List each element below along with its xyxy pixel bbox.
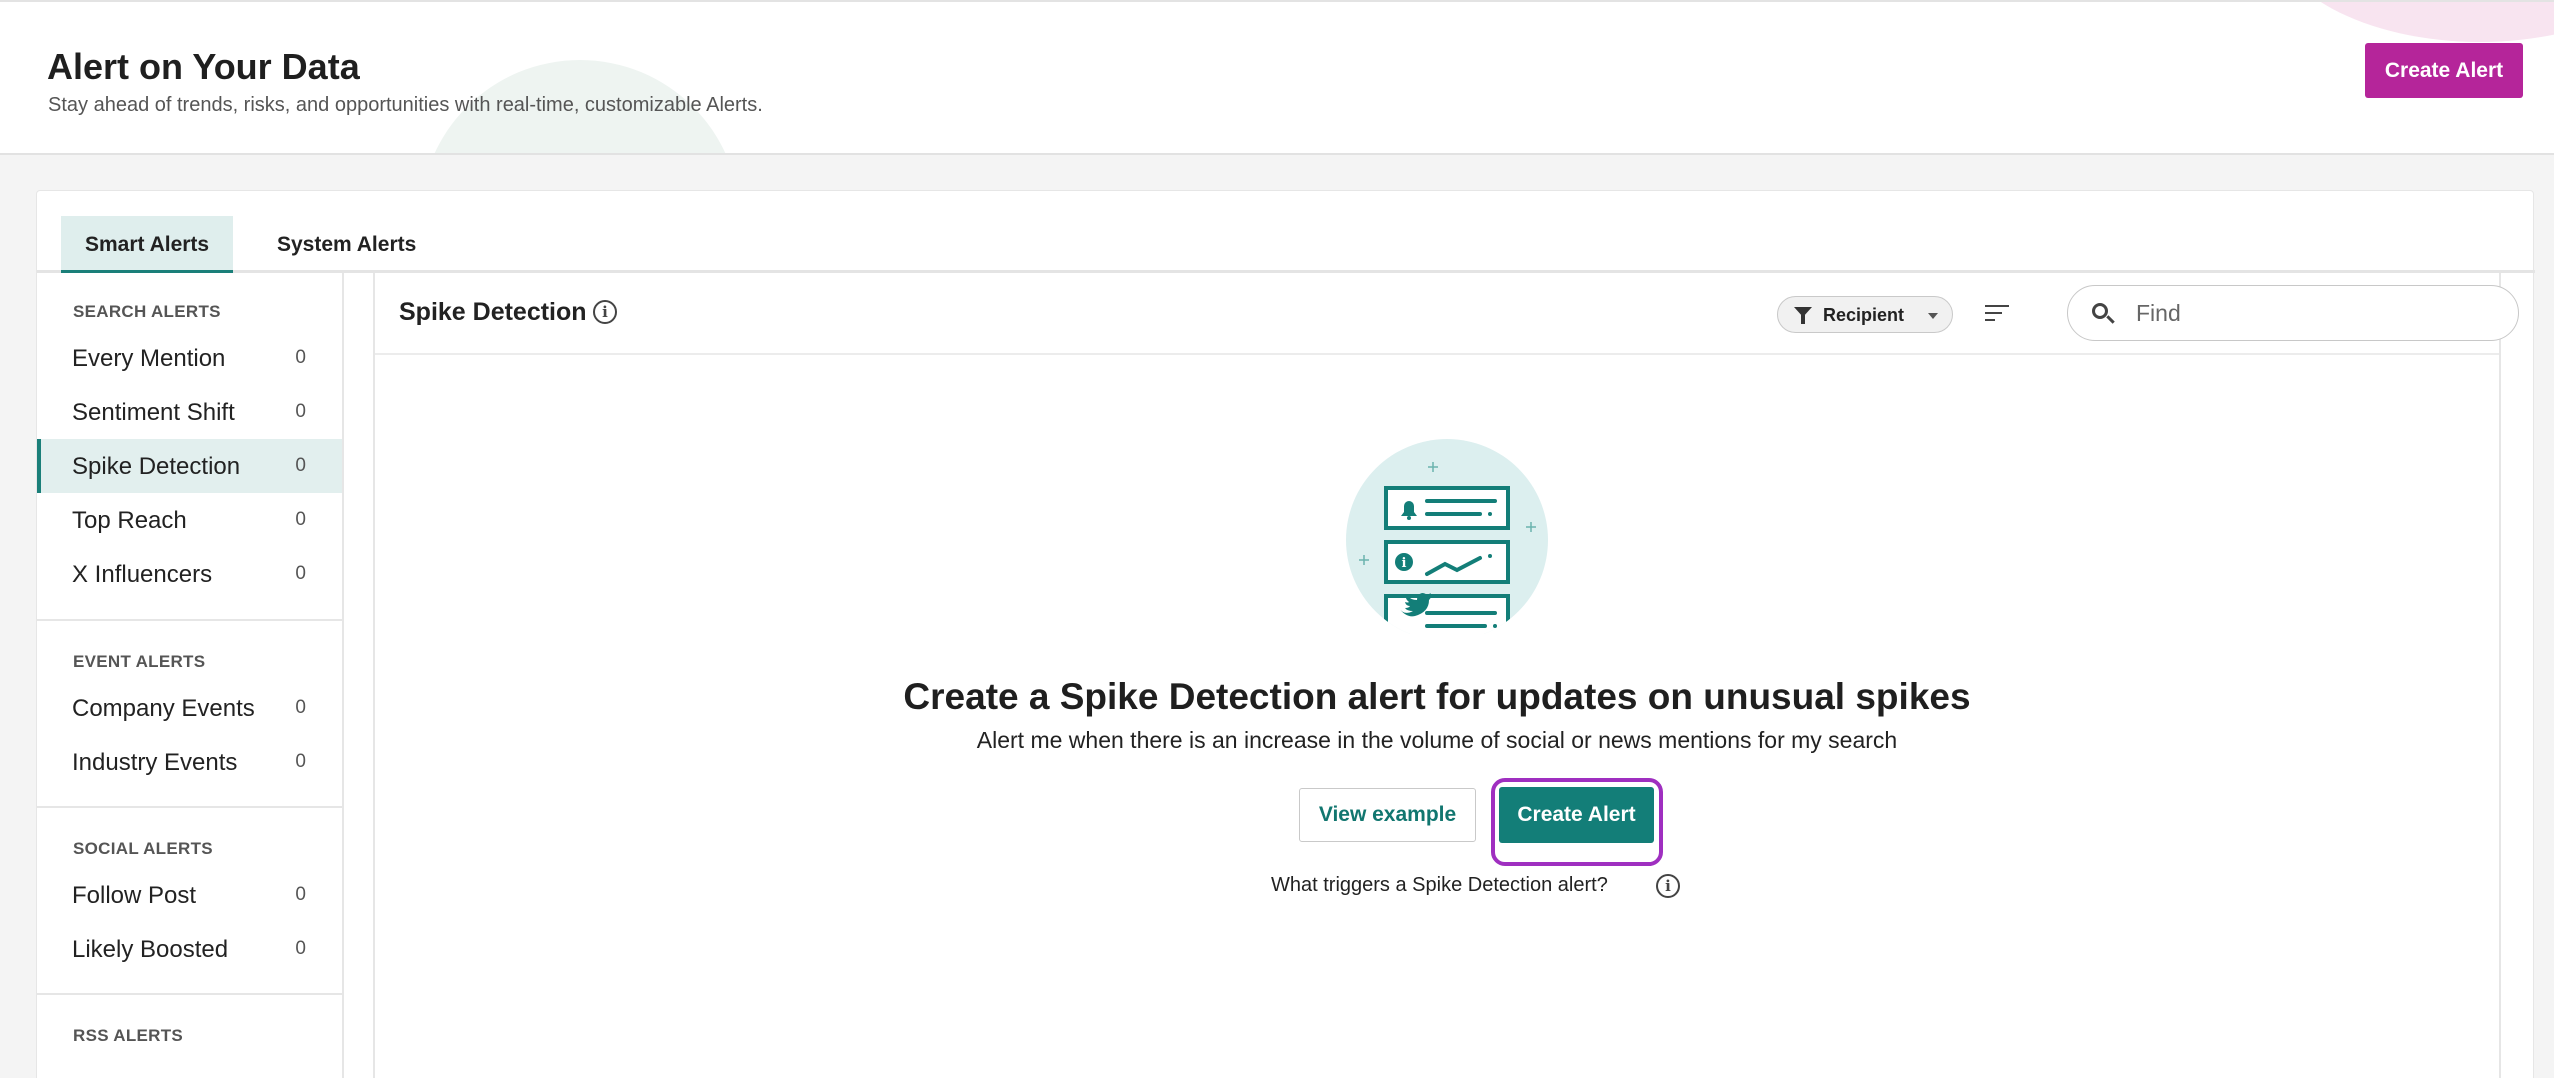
- sidebar-item-label: Company Events: [72, 695, 255, 722]
- sidebar-section-search-alerts: SEARCH ALERTS: [73, 302, 221, 321]
- sidebar-item-label: X Influencers: [72, 561, 213, 588]
- sidebar-item-follow-post[interactable]: Follow Post 0: [37, 868, 342, 922]
- find-search-box: [2067, 285, 2519, 341]
- recipient-filter-label: Recipient: [1823, 305, 1905, 325]
- page-title: Alert on Your Data: [47, 46, 360, 87]
- view-example-button[interactable]: View example: [1299, 788, 1476, 842]
- tab-system-alerts[interactable]: System Alerts: [253, 216, 440, 273]
- caret-down-icon: [1928, 313, 1938, 319]
- sidebar-item-label: Spike Detection: [72, 453, 241, 480]
- sidebar-divider: [37, 806, 342, 808]
- alert-tabs: Smart Alerts System Alerts: [37, 191, 2535, 273]
- find-input[interactable]: [2136, 298, 2496, 328]
- main-panel-header: Spike Detection i Recipient: [375, 273, 2519, 355]
- sidebar-item-count: 0: [295, 884, 306, 905]
- page-subtitle: Stay ahead of trends, risks, and opportu…: [48, 94, 763, 116]
- alert-type-sidebar: SEARCH ALERTS Every Mention 0 Sentiment …: [37, 273, 344, 1078]
- sidebar-divider: [37, 619, 342, 621]
- sidebar-item-count: 0: [295, 938, 306, 959]
- sidebar-item-label: Sentiment Shift: [72, 399, 235, 426]
- sidebar-section-event-alerts: EVENT ALERTS: [73, 652, 206, 671]
- sidebar-item-count: 0: [295, 347, 306, 368]
- sidebar-item-label: Likely Boosted: [72, 936, 229, 963]
- main-panel-title: Spike Detection: [399, 298, 587, 326]
- triggers-info-icon[interactable]: i: [1656, 874, 1680, 898]
- sidebar-item-x-influencers[interactable]: X Influencers 0: [37, 547, 342, 601]
- main-panel: Spike Detection i Recipient Find i Creat…: [373, 273, 2519, 1078]
- sidebar-item-spike-detection[interactable]: Spike Detection 0: [37, 439, 342, 493]
- info-icon[interactable]: i: [593, 300, 617, 324]
- sidebar-section-social-alerts: SOCIAL ALERTS: [73, 839, 213, 858]
- search-icon-handle: [2106, 315, 2115, 324]
- sidebar-item-sentiment-shift[interactable]: Sentiment Shift 0: [37, 385, 342, 439]
- filter-icon-stem: [1801, 315, 1805, 324]
- create-alert-button[interactable]: Create Alert: [1499, 787, 1654, 843]
- header-decoration-pink: [2270, 2, 2554, 42]
- sidebar-item-every-mention[interactable]: Every Mention 0: [37, 331, 342, 385]
- sidebar-item-label: Top Reach: [72, 507, 187, 534]
- sidebar-item-count: 0: [295, 697, 306, 718]
- sort-icon[interactable]: [1985, 302, 2011, 326]
- triggers-help-text: What triggers a Spike Detection alert?: [1271, 874, 1608, 896]
- sidebar-item-label: Every Mention: [72, 345, 226, 372]
- alerts-illustration: i: [1346, 439, 1548, 634]
- empty-state-title: Create a Spike Detection alert for updat…: [903, 676, 1971, 717]
- sidebar-item-industry-events[interactable]: Industry Events 0: [37, 735, 342, 789]
- tab-smart-alerts[interactable]: Smart Alerts: [61, 216, 234, 273]
- page-header: Alert on Your Data Stay ahead of trends,…: [0, 0, 2554, 155]
- sidebar-section-rss-alerts: RSS ALERTS: [73, 1026, 184, 1045]
- sidebar-item-likely-boosted[interactable]: Likely Boosted 0: [37, 922, 342, 976]
- sidebar-item-company-events[interactable]: Company Events 0: [37, 681, 342, 735]
- sidebar-item-top-reach[interactable]: Top Reach 0: [37, 493, 342, 547]
- sidebar-item-count: 0: [295, 455, 306, 476]
- header-create-alert-button[interactable]: Create Alert: [2365, 43, 2523, 98]
- alerts-card: Smart Alerts System Alerts SEARCH ALERTS…: [36, 190, 2535, 1078]
- sidebar-item-label: Follow Post: [72, 882, 197, 909]
- sidebar-item-count: 0: [295, 563, 306, 584]
- sidebar-item-count: 0: [295, 509, 306, 530]
- sidebar-item-count: 0: [295, 751, 306, 772]
- svg-text:i: i: [1402, 556, 1407, 571]
- recipient-filter[interactable]: Recipient: [1777, 296, 1953, 333]
- sidebar-divider: [37, 993, 342, 995]
- sidebar-item-count: 0: [295, 401, 306, 422]
- sidebar-item-label: Industry Events: [72, 749, 238, 776]
- empty-state-subtitle: Alert me when there is an increase in th…: [976, 727, 1898, 753]
